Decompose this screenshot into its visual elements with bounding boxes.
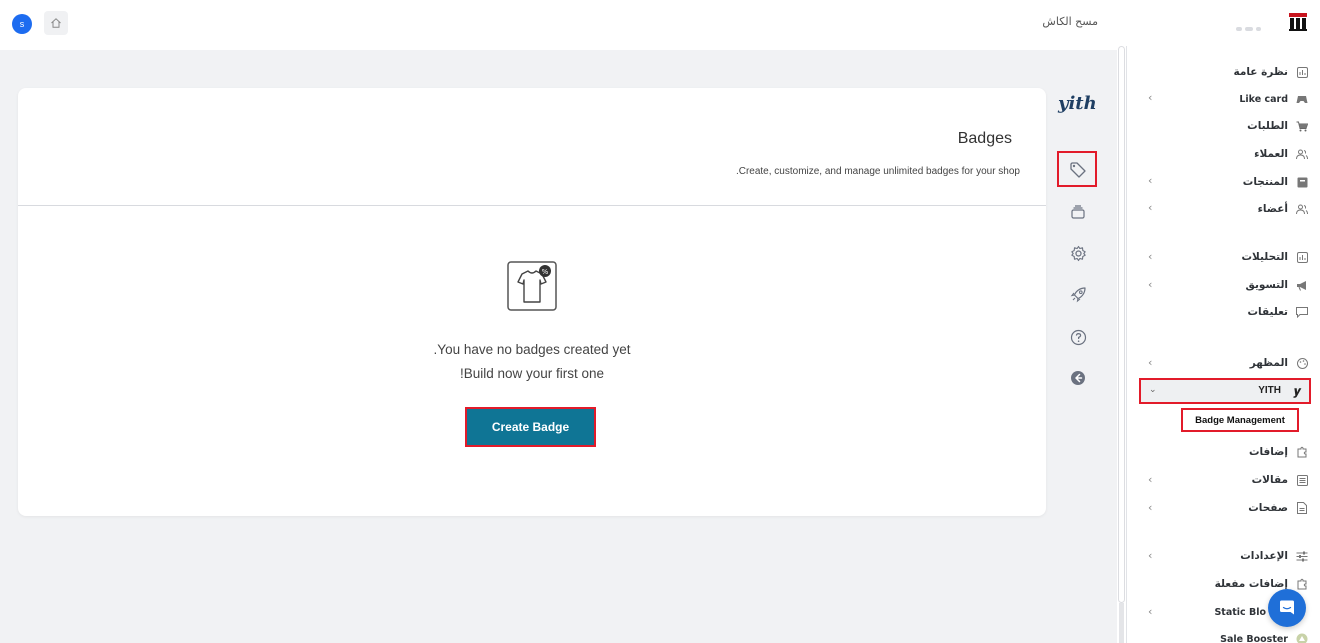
sidebar-item-posts[interactable]: مقالات <box>1132 470 1308 490</box>
sidebar-item-settings[interactable]: الإعدادات <box>1132 546 1308 566</box>
clear-cache-link[interactable]: مسح الكاش <box>1042 15 1098 28</box>
sidebar-item-label: الإعدادات <box>1240 550 1288 562</box>
sidebar-item-sale-booster[interactable]: Sale Booster <box>1132 629 1308 643</box>
sidebar-item-orders[interactable]: الطلبات <box>1132 116 1308 136</box>
sidebar-item-label: YITH <box>1258 385 1281 396</box>
users-icon <box>1296 203 1308 215</box>
sidebar-item-label: مقالات <box>1251 474 1288 486</box>
tag-icon <box>1070 162 1086 178</box>
sidebar-item-appearance[interactable]: المظهر <box>1132 353 1308 373</box>
sidebar-item-label: Sale Booster <box>1220 633 1288 643</box>
page-title: Badges <box>957 130 1012 147</box>
back-arrow-icon <box>1071 371 1085 385</box>
archive-icon <box>1296 176 1308 188</box>
tshirt-badge-icon: % <box>507 261 557 311</box>
sliders-icon <box>1296 550 1308 562</box>
card-header: Badges .Create, customize, and manage un… <box>18 88 1046 206</box>
sidebar-item-label: المنتجات <box>1242 176 1288 188</box>
yith-icon: 𝒚 <box>1293 384 1301 398</box>
sidebar-item-label: المظهر <box>1249 357 1288 369</box>
badges-card: Badges .Create, customize, and manage un… <box>18 88 1046 516</box>
tab-badges[interactable] <box>1068 160 1088 180</box>
cart-icon <box>1296 120 1308 132</box>
scroll-thumb[interactable] <box>1119 603 1124 643</box>
gamepad-icon <box>1296 93 1308 105</box>
sidebar-item-analytics[interactable]: التحليلات <box>1132 247 1308 267</box>
tab-back[interactable] <box>1068 368 1088 388</box>
sidebar-item-products[interactable]: المنتجات <box>1132 172 1308 192</box>
page-description: .Create, customize, and manage unlimited… <box>735 166 1020 177</box>
site-logo[interactable] <box>1288 12 1308 32</box>
top-bar: s مسح الكاش <box>0 0 1320 50</box>
post-icon <box>1296 474 1308 486</box>
booster-icon <box>1296 633 1308 643</box>
tab-launch[interactable] <box>1068 284 1088 304</box>
sidebar-item-label: Like card <box>1239 93 1288 105</box>
chevron-down-icon: ⌄ <box>1149 385 1157 395</box>
home-icon <box>51 18 61 28</box>
plugin-icon <box>1296 446 1308 458</box>
gear-icon <box>1070 245 1086 261</box>
tab-layers[interactable] <box>1068 202 1088 222</box>
dashboard-icon <box>1296 66 1308 78</box>
sidebar-item-label: العملاء <box>1254 148 1288 160</box>
svg-text:%: % <box>542 268 549 276</box>
sidebar-item-label: إضافات <box>1248 446 1288 458</box>
chart-icon <box>1296 251 1308 263</box>
create-badge-button[interactable]: Create Badge <box>465 407 596 447</box>
page-icon <box>1296 502 1308 514</box>
scroll-track[interactable] <box>1118 46 1125 603</box>
sidebar-item-static-blocks[interactable]: Static Blo <box>1132 602 1266 622</box>
sidebar-item-pages[interactable]: صفحات <box>1132 498 1308 518</box>
support-chat-button[interactable] <box>1268 589 1306 627</box>
sidebar-item-label: التسويق <box>1245 279 1288 291</box>
comment-icon <box>1296 306 1308 318</box>
sidebar-item-customers[interactable]: العملاء <box>1132 144 1308 164</box>
plugin-icon <box>1296 578 1308 590</box>
sidebar-item-members[interactable]: أعضاء <box>1132 199 1308 219</box>
sidebar-item-label: Static Blo <box>1214 606 1266 618</box>
sidebar-item-label: نظرة عامة <box>1233 66 1288 78</box>
sidebar-item-label: تعليقات <box>1247 306 1289 318</box>
sidebar-item-label: إضافات مفعلة <box>1214 578 1288 590</box>
user-avatar[interactable]: s <box>12 14 32 34</box>
sidebar-item-label: التحليلات <box>1241 251 1289 263</box>
sidebar-item-label: أعضاء <box>1257 203 1288 215</box>
palette-icon <box>1296 357 1308 369</box>
sidebar-item-marketing[interactable]: التسويق <box>1132 275 1308 295</box>
empty-state-hint: !Build now your first one <box>459 366 605 381</box>
sidebar-subitem-badge-management[interactable]: Badge Management <box>1181 408 1299 432</box>
yith-logo: yith <box>1058 93 1097 114</box>
tab-settings[interactable] <box>1068 243 1088 263</box>
rocket-icon <box>1070 286 1086 302</box>
sidebar-item-yith[interactable]: ⌄ YITH 𝒚 <box>1139 378 1311 404</box>
brand-placeholder <box>1236 16 1276 31</box>
tab-help[interactable] <box>1068 327 1088 347</box>
empty-state-message: .You have no badges created yet <box>433 342 631 357</box>
megaphone-icon <box>1296 279 1308 291</box>
chat-icon <box>1280 600 1294 615</box>
users-icon <box>1296 148 1308 160</box>
sidebar-item-overview[interactable]: نظرة عامة <box>1132 62 1308 82</box>
sidebar-item-like-card[interactable]: Like card <box>1132 89 1308 109</box>
sidebar-item-label: الطلبات <box>1247 120 1288 132</box>
home-button[interactable] <box>44 11 68 35</box>
help-icon <box>1070 329 1086 345</box>
sidebar-item-comments[interactable]: تعليقات <box>1132 302 1308 322</box>
stack-icon <box>1071 205 1085 219</box>
sidebar-item-label: صفحات <box>1248 502 1288 514</box>
sidebar-item-addons[interactable]: إضافات <box>1132 442 1308 462</box>
